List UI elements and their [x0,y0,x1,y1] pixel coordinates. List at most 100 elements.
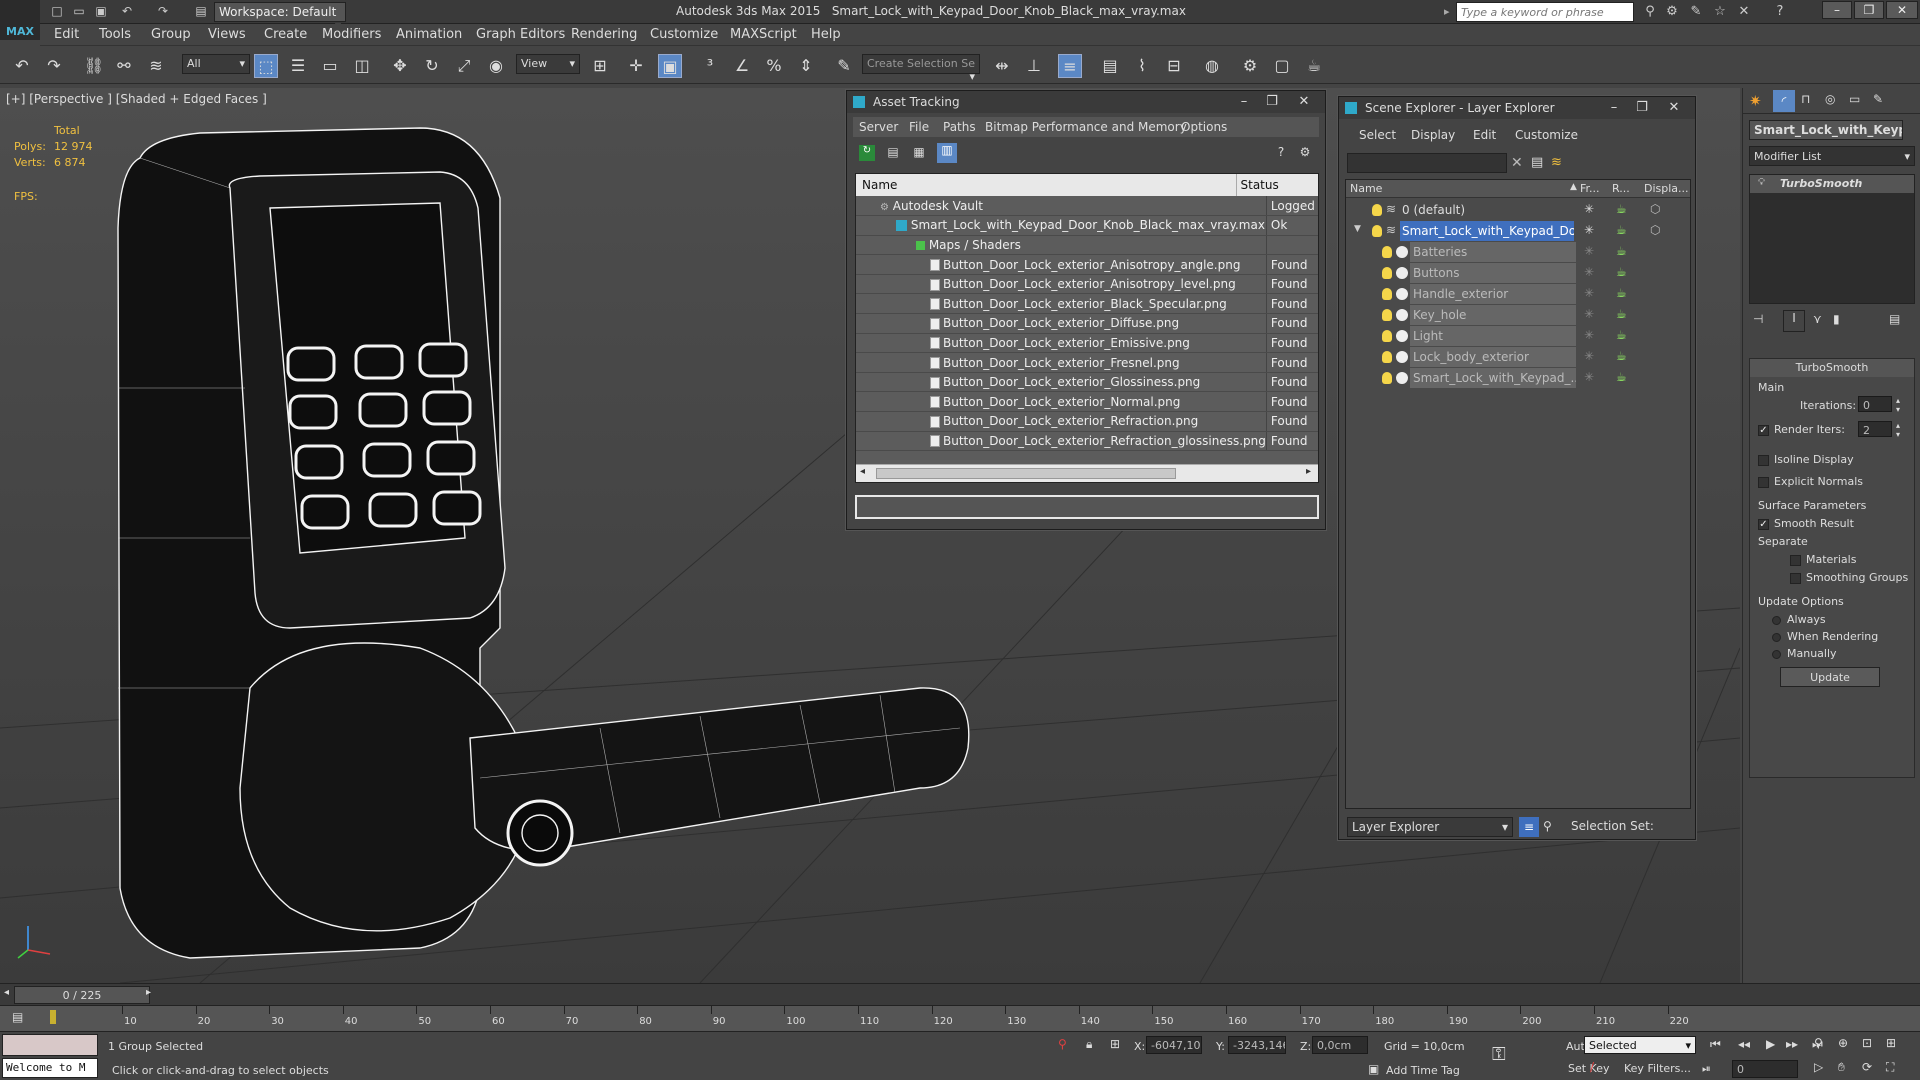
materials-checkbox[interactable]: Materials [1790,553,1856,566]
render-teapot-icon[interactable]: ☕ [1616,370,1627,384]
asset-row-maxfile[interactable]: Smart_Lock_with_Keypad_Door_Knob_Black_m… [856,215,1318,236]
object-row[interactable]: Light ✳ ☕ [1346,326,1691,347]
move-icon[interactable]: ✥ [388,54,412,78]
set-key-button[interactable]: Set Key [1568,1062,1610,1075]
window-crossing-icon[interactable]: ◫ [350,54,374,78]
z-coordinate-field[interactable]: 0,0cm [1312,1036,1368,1054]
object-visible-bulb-icon[interactable] [1382,330,1392,342]
asset-row[interactable]: Button_Door_Lock_exterior_Anisotropy_lev… [856,274,1318,295]
new-file-icon[interactable]: □ [48,3,66,20]
y-coordinate-field[interactable]: -3243,146 [1228,1036,1286,1054]
current-frame-field[interactable]: 0 [1732,1060,1798,1078]
asset-row[interactable]: Button_Door_Lock_exterior_Refraction_glo… [856,431,1318,452]
asset-menu-options[interactable]: Options [1181,120,1227,134]
smoothing-groups-checkbox[interactable]: Smoothing Groups [1790,571,1908,584]
render-teapot-icon[interactable]: ☕ [1616,244,1627,258]
edit-named-selection-icon[interactable]: ✎ [832,54,856,78]
curve-editor-icon[interactable]: ⌇ [1130,54,1154,78]
maxscript-mini-listener-top[interactable] [2,1034,98,1056]
render-iters-spinner[interactable]: 2 [1858,421,1892,437]
undo-icon[interactable]: ↶ [10,54,34,78]
scene-explorer-minimize-button[interactable]: – [1603,99,1625,117]
freeze-icon[interactable]: ✳ [1584,307,1594,321]
hierarchy-icon[interactable]: ⚲ [1543,819,1552,833]
render-setup-icon[interactable]: ⚙ [1238,54,1262,78]
go-to-start-icon[interactable]: ⏮ [1710,1037,1721,1052]
scene-menu-display[interactable]: Display [1411,128,1455,142]
asset-row[interactable]: Button_Door_Lock_exterior_Black_Specular… [856,293,1318,315]
viewport-label[interactable]: [+] [Perspective ] [Shaded + Edged Faces… [6,92,267,106]
create-tab-icon[interactable]: ✷ [1749,92,1762,110]
select-by-name-icon[interactable]: ☰ [286,54,310,78]
column-freeze[interactable]: Fr... [1580,182,1600,195]
display-box-icon[interactable]: ⬡ [1650,202,1660,216]
asset-row[interactable]: Button_Door_Lock_exterior_Refraction.png… [856,411,1318,432]
scene-menu-customize[interactable]: Customize [1515,128,1578,142]
help-question-icon[interactable]: ? [1273,145,1289,161]
select-object-icon[interactable]: ⬚ [254,54,278,78]
render-iters-checkbox[interactable]: ✓ Render Iters: [1758,423,1845,436]
workspace-select[interactable]: Workspace: Default▾ [214,2,346,33]
asset-row[interactable]: Button_Door_Lock_exterior_Diffuse.png Fou… [856,313,1318,334]
modify-tab-icon[interactable]: ◜ [1773,90,1795,112]
asset-menu-paths[interactable]: Paths [943,120,976,134]
layer-explorer-icon[interactable]: ≡ [1519,817,1539,837]
render-production-icon[interactable]: ☕ [1302,54,1326,78]
object-visible-bulb-icon[interactable] [1382,351,1392,363]
track-bar[interactable]: ▤ 10 20 30 40 50 60 70 80 90 100 110 120 130 140 150 16… [0,1005,1920,1031]
object-visible-bulb-icon[interactable] [1382,372,1392,384]
menu-tools[interactable]: Tools [99,27,131,42]
link-icon[interactable]: ⛓ [82,54,106,78]
find-filter-icon[interactable]: ▤ [1531,155,1543,170]
align-icon[interactable]: ⊥ [1022,54,1046,78]
asset-menu-server[interactable]: Server [859,120,898,134]
scene-explorer-close-button[interactable]: ✕ [1663,99,1685,117]
freeze-icon[interactable]: ✳ [1584,244,1594,258]
scene-search-input[interactable] [1347,153,1507,173]
track-bar-menu-icon[interactable]: ▤ [12,1010,23,1024]
column-name[interactable]: Name [1350,182,1382,195]
rectangular-selection-icon[interactable]: ▭ [318,54,342,78]
object-row[interactable]: Buttons ✳ ☕ [1346,263,1691,284]
next-frame-icon[interactable]: ▸▸ [1786,1037,1798,1051]
configure-modifier-sets-icon[interactable]: ▤ [1889,312,1900,326]
utilities-tab-icon[interactable]: ✎ [1873,92,1883,106]
display-tab-icon[interactable]: ▭ [1849,92,1860,106]
freeze-icon[interactable]: ✳ [1584,328,1594,342]
previous-frame-icon[interactable]: ◂◂ [1738,1037,1750,1051]
object-name-field[interactable]: Smart_Lock_with_Keypa [1749,120,1903,140]
asset-tracking-minimize-button[interactable]: – [1233,93,1255,111]
isolate-selection-icon[interactable]: ⚲ [1058,1037,1067,1051]
binoculars-icon[interactable]: ⚲ [1640,3,1660,21]
zoom-all-icon[interactable]: ⊕ [1838,1036,1848,1050]
mirror-icon[interactable]: ⇹ [990,54,1014,78]
layer-manager-icon[interactable]: ≡ [1058,54,1082,78]
freeze-icon[interactable]: ✳ [1584,349,1594,363]
refresh-icon[interactable]: ↻ [859,145,875,161]
list-view-icon[interactable]: ▤ [885,145,901,161]
column-render[interactable]: R... [1612,182,1630,195]
time-slider-thumb[interactable]: 0 / 225 [14,986,150,1004]
scale-icon[interactable]: ⤢ [452,54,476,78]
menu-maxscript[interactable]: MAXScript [730,27,797,42]
explicit-normals-checkbox[interactable]: Explicit Normals [1758,475,1863,488]
render-teapot-icon[interactable]: ☕ [1616,307,1627,321]
open-file-icon[interactable]: ▭ [70,3,88,20]
freeze-icon[interactable]: ✳ [1584,202,1594,216]
time-slider-next-arrow[interactable]: ▸ [146,987,151,998]
object-row[interactable]: Handle_exterior ✳ ☕ [1346,284,1691,305]
maximize-viewport-icon[interactable]: ⛶ [1886,1060,1894,1075]
rotate-icon[interactable]: ↻ [420,54,444,78]
asset-tracking-maximize-button[interactable]: ❐ [1261,93,1283,111]
render-teapot-icon[interactable]: ☕ [1616,265,1627,279]
orbit-icon[interactable]: ⟳ [1862,1060,1872,1074]
asset-row[interactable]: Button_Door_Lock_exterior_Emissive.png Fo… [856,333,1318,354]
asset-row[interactable]: Button_Door_Lock_exterior_Fresnel.png Fou… [856,352,1318,373]
ribbon-toggle-icon[interactable]: ▤ [1098,54,1122,78]
percent-snap-icon[interactable]: % [762,54,786,78]
key-mode-toggle-icon[interactable]: ⏯ [1702,1062,1711,1076]
play-icon[interactable]: ▶ [1766,1037,1775,1051]
render-teapot-icon[interactable]: ☕ [1616,349,1627,363]
menu-group[interactable]: Group [151,27,191,42]
menu-animation[interactable]: Animation [396,27,462,42]
